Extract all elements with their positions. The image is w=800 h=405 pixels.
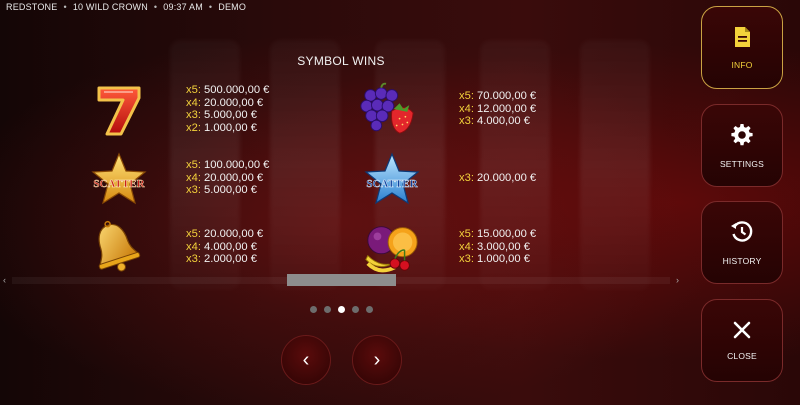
chevron-right-icon: ›: [373, 348, 381, 371]
separator: •: [153, 2, 158, 12]
info-button[interactable]: INFO: [701, 6, 783, 89]
pay-row: x5: 15.000,00 €: [459, 228, 537, 240]
pay-row: x3: 4.000,00 €: [459, 115, 530, 127]
close-label: CLOSE: [727, 350, 757, 361]
pay-row: x4: 3.000,00 €: [459, 240, 530, 253]
clock: 09:37 AM: [163, 2, 203, 12]
pay-row: x4: 20.000,00 €: [186, 171, 264, 184]
pay-row: x3: 20.000,00 €: [459, 172, 537, 184]
close-icon: [733, 321, 751, 338]
pay-row: x3: 1.000,00 €: [459, 253, 530, 265]
page-dot-active[interactable]: [338, 306, 345, 313]
page-dot[interactable]: [310, 306, 317, 313]
background-reel: [580, 40, 650, 290]
mixed-fruits-icon: [362, 219, 422, 275]
scatter-label: SCATTER: [93, 178, 145, 190]
close-button[interactable]: CLOSE: [701, 299, 783, 382]
page-dot[interactable]: [352, 306, 359, 313]
pay-row: x4: 4.000,00 €: [186, 240, 257, 253]
seven-icon: [89, 83, 149, 139]
pay-row: x5: 70.000,00 €: [459, 90, 537, 102]
pay-row: x3: 5.000,00 €: [186, 109, 257, 121]
game-name: 10 WILD CROWN: [72, 2, 148, 12]
scroll-left-arrow[interactable]: ‹: [3, 274, 6, 286]
separator: •: [208, 2, 213, 12]
settings-button[interactable]: SETTINGS: [701, 104, 783, 187]
paytable-bell: x5: 20.000,00 € x4: 4.000,00 € x3: 2.000…: [186, 228, 263, 266]
horizontal-scrollbar[interactable]: ‹ ›: [0, 274, 682, 286]
mode-badge: DEMO: [218, 2, 247, 12]
separator: •: [63, 2, 67, 12]
pay-row: x5: 500.000,00 €: [186, 84, 270, 96]
chevron-left-icon: ‹: [302, 348, 310, 371]
page-dot[interactable]: [324, 306, 331, 313]
next-page-button[interactable]: ›: [352, 335, 402, 385]
pay-row: x5: 100.000,00 €: [186, 159, 270, 171]
status-bar: REDSTONE • 10 WILD CROWN • 09:37 AM • DEMO: [6, 2, 246, 12]
pay-row: x4: 20.000,00 €: [186, 96, 264, 109]
page-dot[interactable]: [366, 306, 373, 313]
provider-name: REDSTONE: [6, 2, 58, 12]
blue-scatter-star-icon: SCATTER: [362, 151, 422, 207]
panel-title: SYMBOL WINS: [297, 54, 385, 68]
pay-row: x5: 20.000,00 €: [186, 228, 264, 240]
history-label: HISTORY: [722, 255, 762, 266]
scatter-label: SCATTER: [366, 178, 418, 190]
previous-page-button[interactable]: ‹: [281, 335, 331, 385]
document-icon: [735, 26, 750, 47]
pay-row: x4: 12.000,00 €: [459, 102, 537, 115]
info-label: INFO: [731, 59, 753, 70]
pay-row: x3: 2.000,00 €: [186, 253, 257, 265]
settings-label: SETTINGS: [719, 158, 765, 169]
bell-icon: [85, 219, 145, 275]
pay-row: x2: 1.000,00 €: [186, 121, 257, 134]
gear-icon: [731, 123, 753, 145]
grapes-strawberry-icon: [357, 81, 417, 137]
pay-row: x3: 5.000,00 €: [186, 184, 257, 196]
history-icon: [731, 220, 753, 242]
scroll-right-arrow[interactable]: ›: [676, 274, 679, 286]
history-button[interactable]: HISTORY: [701, 201, 783, 284]
gold-scatter-star-icon: SCATTER: [89, 151, 149, 207]
paytable-grapes: x5: 70.000,00 € x4: 12.000,00 € x3: 4.00…: [459, 90, 536, 128]
paytable-gold-scatter: x5: 100.000,00 € x4: 20.000,00 € x3: 5.0…: [186, 159, 269, 197]
scrollbar-thumb[interactable]: [287, 274, 396, 286]
paytable-seven: x5: 500.000,00 € x4: 20.000,00 € x3: 5.0…: [186, 84, 269, 134]
background-reel: [270, 40, 340, 290]
paytable-mixed-fruits: x5: 15.000,00 € x4: 3.000,00 € x3: 1.000…: [459, 228, 536, 266]
paytable-blue-scatter: x3: 20.000,00 €: [459, 172, 536, 185]
page-indicator: [310, 306, 373, 313]
